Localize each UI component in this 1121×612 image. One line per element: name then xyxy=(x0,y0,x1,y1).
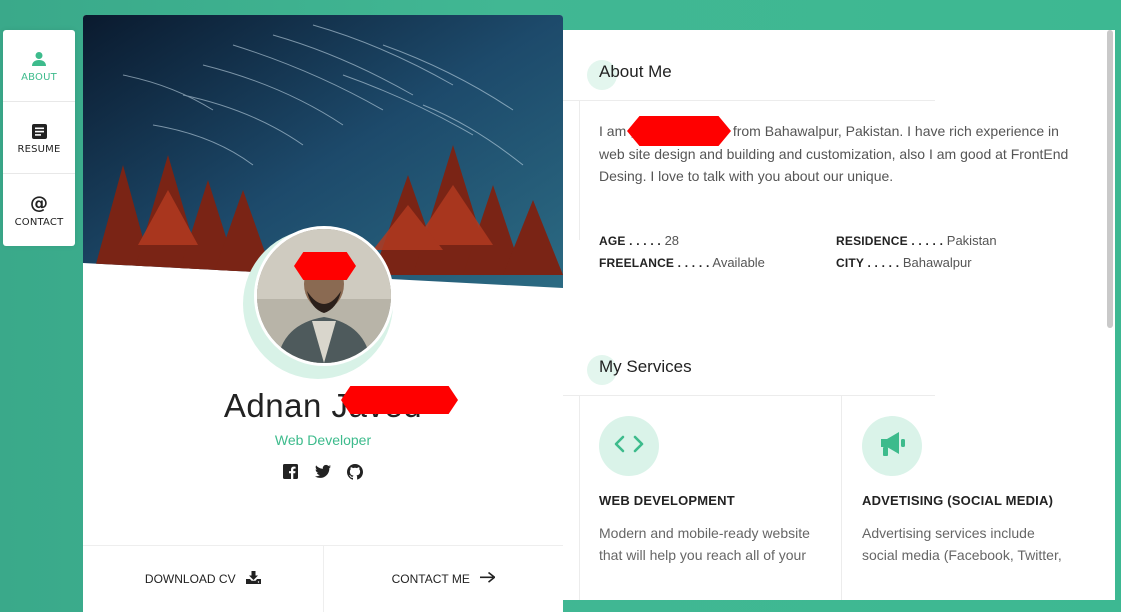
profile-card: Adnan Javed Web Developer DOWNLOAD CV CO… xyxy=(83,15,563,612)
info-key: AGE . . . . . xyxy=(599,234,661,248)
profile-role: Web Developer xyxy=(274,432,372,448)
social-links xyxy=(283,464,363,480)
nav-item-about[interactable]: ABOUT xyxy=(3,30,75,102)
download-cv-button[interactable]: DOWNLOAD CV xyxy=(83,546,324,612)
info-key: FREELANCE . . . . . xyxy=(599,256,710,270)
redaction-mark xyxy=(627,116,731,146)
info-value: 28 xyxy=(664,233,680,248)
divider xyxy=(563,100,935,101)
info-residence: RESIDENCE . . . . . Pakistan xyxy=(836,233,997,248)
arrow-right-icon xyxy=(479,571,496,586)
at-icon: @ xyxy=(30,193,48,214)
service-icon xyxy=(862,416,922,476)
redaction-mark xyxy=(294,252,356,280)
info-value: Bahawalpur xyxy=(902,255,972,270)
info-value: Available xyxy=(712,255,765,270)
divider xyxy=(579,395,580,600)
facebook-icon[interactable] xyxy=(283,464,299,480)
user-icon xyxy=(31,48,47,70)
services-title: My Services xyxy=(599,357,692,376)
nav-item-contact[interactable]: @ CONTACT xyxy=(3,174,75,246)
info-city: CITY . . . . . Bahawalpur xyxy=(836,255,972,270)
contact-me-button[interactable]: CONTACT ME xyxy=(324,546,564,612)
about-title: About Me xyxy=(599,62,672,81)
service-icon xyxy=(599,416,659,476)
card-actions: DOWNLOAD CV CONTACT ME xyxy=(83,545,563,612)
content-panel: About Me I am , web developer from Bahaw… xyxy=(563,30,1115,600)
contact-me-label: CONTACT ME xyxy=(391,572,470,586)
github-icon[interactable] xyxy=(347,464,363,480)
download-icon xyxy=(245,571,261,587)
document-icon xyxy=(31,120,47,142)
info-key: RESIDENCE . . . . . xyxy=(836,234,944,248)
nav-item-label: CONTACT xyxy=(14,216,64,228)
nav-item-label: RESUME xyxy=(17,144,61,155)
download-cv-label: DOWNLOAD CV xyxy=(144,572,236,586)
profile-name: Adnan Javed xyxy=(223,387,423,424)
service-description: Advertising services include social medi… xyxy=(862,525,1062,572)
nav-item-label: ABOUT xyxy=(21,72,57,83)
avatar xyxy=(254,226,394,366)
info-age: AGE . . . . . 28 xyxy=(599,233,679,248)
nav-item-resume[interactable]: RESUME xyxy=(3,102,75,174)
service-title: WEB DEVELOPMENT xyxy=(599,493,735,508)
redaction-mark xyxy=(341,386,458,414)
info-freelance: FREELANCE . . . . . Available xyxy=(599,255,765,270)
service-description: Modern and mobile-ready website that wil… xyxy=(599,525,810,572)
divider xyxy=(841,395,842,600)
service-title: ADVETISING (SOCIAL MEDIA) xyxy=(862,493,1054,508)
divider xyxy=(579,100,580,240)
code-icon xyxy=(614,435,644,457)
twitter-icon[interactable] xyxy=(315,464,331,480)
info-key: CITY . . . . . xyxy=(836,256,900,270)
divider xyxy=(563,395,935,396)
info-value: Pakistan xyxy=(946,233,997,248)
scrollbar[interactable] xyxy=(1107,30,1113,328)
megaphone-icon xyxy=(877,430,907,462)
side-nav: ABOUT RESUME @ CONTACT xyxy=(3,30,75,246)
